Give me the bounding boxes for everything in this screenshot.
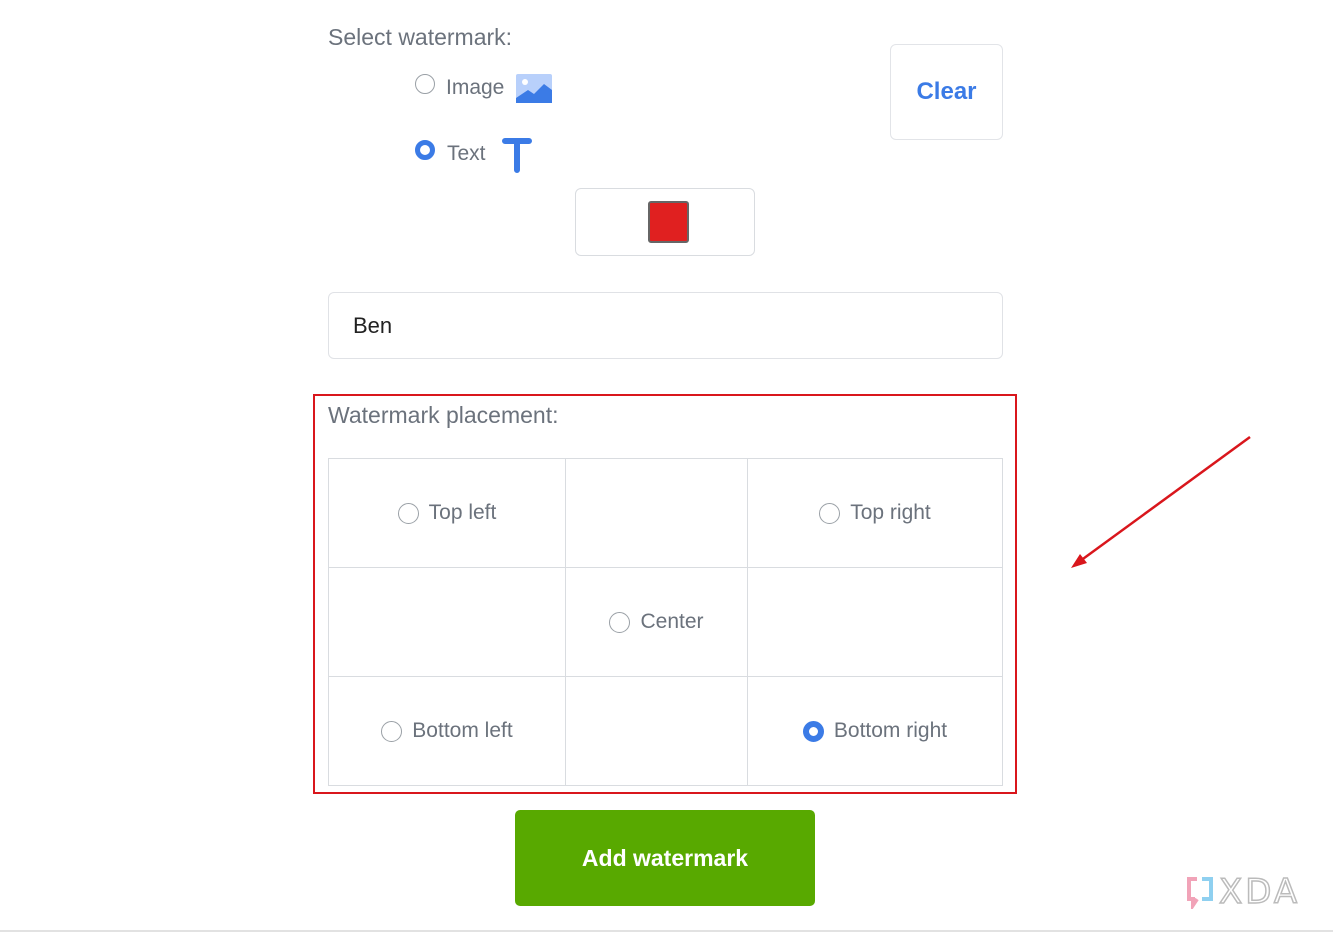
cell-top-right[interactable]: Top right xyxy=(747,458,1003,568)
text-option-label[interactable]: Text xyxy=(447,142,486,166)
text-t-icon xyxy=(502,138,532,173)
top-left-radio[interactable] xyxy=(397,502,419,524)
placement-grid: Top left Top right Center Bottom left Bo… xyxy=(328,458,1003,786)
select-watermark-label: Select watermark: xyxy=(328,24,513,50)
cell-bottom-right[interactable]: Bottom right xyxy=(747,676,1003,786)
cell-middle-left xyxy=(328,567,566,677)
cell-bottom-center xyxy=(565,676,748,786)
annotation-arrow xyxy=(1071,435,1251,568)
center-radio[interactable] xyxy=(609,611,631,633)
color-swatch xyxy=(648,201,689,243)
watermark-text-value: Ben xyxy=(353,312,393,338)
xda-bracket-icon xyxy=(1187,877,1213,909)
clear-button-label: Clear xyxy=(916,78,977,105)
image-icon xyxy=(516,74,552,103)
top-left-label: Top left xyxy=(428,501,497,524)
bottom-right-radio[interactable] xyxy=(802,720,824,742)
image-radio[interactable] xyxy=(415,74,435,94)
image-option-label[interactable]: Image xyxy=(446,76,504,100)
cell-top-left[interactable]: Top left xyxy=(328,458,566,568)
center-label: Center xyxy=(640,610,704,633)
xda-logo: XDA xyxy=(1185,871,1301,913)
add-watermark-label: Add watermark xyxy=(581,844,749,871)
cell-middle-right xyxy=(747,567,1003,677)
placement-label: Watermark placement: xyxy=(328,402,559,428)
bottom-left-radio[interactable] xyxy=(381,720,403,742)
text-radio[interactable] xyxy=(415,140,435,160)
clear-button[interactable]: Clear xyxy=(890,44,1003,140)
cell-center[interactable]: Center xyxy=(565,567,748,677)
color-picker-button[interactable] xyxy=(575,188,755,256)
cell-bottom-left[interactable]: Bottom left xyxy=(328,676,566,786)
xda-logo-text: XDA xyxy=(1218,871,1301,913)
watermark-text-input[interactable]: Ben xyxy=(328,292,1003,359)
cell-top-center xyxy=(565,458,748,568)
bottom-divider xyxy=(0,930,1333,932)
top-right-radio[interactable] xyxy=(819,502,841,524)
top-right-label: Top right xyxy=(850,501,931,524)
bottom-left-label: Bottom left xyxy=(412,719,513,742)
add-watermark-button[interactable]: Add watermark xyxy=(515,810,815,906)
bottom-right-label: Bottom right xyxy=(833,719,948,742)
